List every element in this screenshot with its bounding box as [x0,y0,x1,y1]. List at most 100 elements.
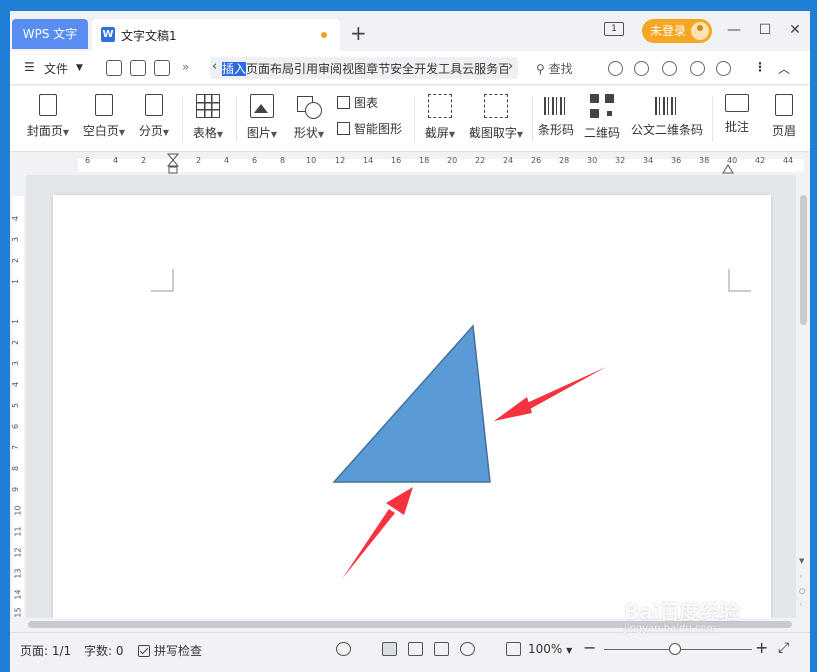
print-icon[interactable] [154,60,170,76]
page-break-icon [145,94,163,116]
red-arrow-pointing-up[interactable] [342,487,413,579]
watermark-brand: Bai百度经验 [624,600,740,624]
tab-baidu[interactable]: 百 [498,62,508,76]
tab-cloud-service[interactable]: 云服务 [462,62,498,76]
ruler-tick: 6 [11,423,21,430]
zoom-slider-handle[interactable] [669,643,681,655]
login-label: 未登录 [650,24,687,38]
vertical-scroll-thumb[interactable] [800,195,807,325]
zoom-in-button[interactable]: + [755,638,768,657]
ocr-capture-button[interactable]: 截图取字▼ [466,90,526,148]
search-label: 查找 [548,62,573,76]
tab-security[interactable]: 安全 [390,62,414,76]
horizontal-ruler[interactable]: 6 4 2 2 4 6 8 10 12 14 16 18 20 22 24 26… [10,153,810,175]
right-indent-marker-icon[interactable] [722,161,734,175]
settings-gear-icon[interactable] [716,61,731,76]
ruler-tick: 9 [11,486,21,493]
ruler-tick: 1 [11,278,21,285]
smartart-button[interactable]: 智能图形 [337,120,402,137]
tab-review[interactable]: 审阅 [318,62,342,76]
ruler-tick: 34 [643,156,654,165]
table-button[interactable]: 表格▼ [188,90,228,148]
document-tab[interactable]: W 文字文稿1 [92,19,340,51]
tab-insert[interactable]: 插入 [222,62,247,76]
zoom-level-dropdown[interactable]: 100% ▼ [528,642,572,656]
chevron-left-icon[interactable]: ‹ [212,59,217,74]
tab-view[interactable]: 视图 [342,62,366,76]
chevron-right-icon[interactable]: › [508,59,513,74]
spellcheck-toggle[interactable]: 拼写检查 [138,642,202,659]
ribbon-tab-strip: ‹ 插入页面布局引用审阅视图章节安全开发工具云服务百 › [210,57,518,79]
chart-icon [337,96,350,109]
export-pdf-icon[interactable] [130,60,146,76]
scroll-down-arrow-icon[interactable]: ▼ [799,557,804,565]
hamburger-icon[interactable]: ☰ [24,60,35,74]
unsaved-dot-icon [321,32,327,38]
chart-button[interactable]: 图表 [337,94,378,111]
picture-button[interactable]: 图片▼ [242,90,282,148]
word-count[interactable]: 字数: 0 [84,642,124,659]
ruler-tick: 10 [13,505,23,516]
prev-page-icon[interactable]: ◦ [799,573,803,581]
fullscreen-icon[interactable]: ⤢ [778,640,789,656]
search-button[interactable]: ⚲ 查找 [536,60,573,77]
right-triangle-shape[interactable] [332,324,491,483]
select-browse-object-icon[interactable]: ○ [799,587,805,595]
fit-page-icon[interactable] [506,642,521,656]
tab-developer[interactable]: 开发工具 [414,62,462,76]
maximize-button[interactable]: ☐ [755,20,775,40]
cover-page-button[interactable]: 封面页▼ [20,90,76,148]
screenshot-button[interactable]: 截屏▼ [420,90,460,148]
vertical-scrollbar[interactable]: ▼ ◦ ○ ◦ [797,175,810,631]
red-arrow-pointing-left[interactable] [494,367,606,421]
tab-page-layout[interactable]: 页面布局 [246,62,294,76]
next-page-icon[interactable]: ◦ [799,601,803,609]
login-button[interactable]: 未登录 [642,19,712,43]
header-icon [775,94,793,116]
save-icon[interactable] [106,60,122,76]
chevron-down-icon[interactable]: ▼ [76,63,83,73]
vertical-ruler[interactable]: 4 3 2 1 1 2 3 4 5 6 7 8 9 10 11 12 13 14… [10,176,26,631]
header-button[interactable]: 页眉 [764,90,804,148]
ocr-text-icon [484,94,508,118]
more-options-icon[interactable]: ⋮ [754,60,766,74]
tab-sections[interactable]: 章节 [366,62,390,76]
eye-protection-icon[interactable] [336,642,351,656]
web-view-icon[interactable] [460,642,475,656]
indent-marker-icon[interactable] [167,153,179,175]
page-view-icon[interactable] [382,642,397,656]
comment-button[interactable]: 批注 [718,90,756,148]
tab-references[interactable]: 引用 [294,62,318,76]
outline-view-icon[interactable] [408,642,423,656]
pdf417-barcode-button[interactable]: 公文二维条码 [630,90,704,148]
cloud-sync-icon[interactable] [608,61,623,76]
ruler-tick: 14 [363,156,374,165]
page-break-button[interactable]: 分页▼ [134,90,174,148]
document-canvas[interactable] [26,175,796,631]
comment-bubble-icon[interactable] [662,61,677,76]
window-count-badge[interactable]: 1 [604,22,624,36]
file-menu[interactable]: 文件 [44,60,68,77]
cover-page-icon [39,94,57,116]
reading-view-icon[interactable] [434,642,449,656]
share-icon[interactable] [690,61,705,76]
page-count[interactable]: 页面: 1/1 [20,642,71,659]
share-user-icon[interactable] [634,61,649,76]
wps-home-tab[interactable]: WPS 文字 [12,19,88,49]
close-button[interactable]: ✕ [785,20,805,40]
barcode-button[interactable]: 条形码 [536,90,576,148]
qrcode-button[interactable]: 二维码 [582,90,622,148]
more-quick-tools-button[interactable]: » [182,60,189,74]
minimize-button[interactable]: — [724,20,744,40]
shape-button[interactable]: 形状▼ [288,90,330,148]
document-page[interactable] [53,195,771,631]
zoom-out-button[interactable]: − [583,638,596,657]
ruler-tick: 36 [671,156,682,165]
new-tab-button[interactable]: + [350,23,367,43]
ruler-tick: 3 [11,236,21,243]
collapse-ribbon-icon[interactable]: ︿ [778,60,790,77]
ribbon-divider [712,96,713,142]
blank-page-button[interactable]: 空白页▼ [78,90,130,148]
table-icon [196,94,220,118]
watermark-url: jingyan.baidu.com [624,623,717,634]
